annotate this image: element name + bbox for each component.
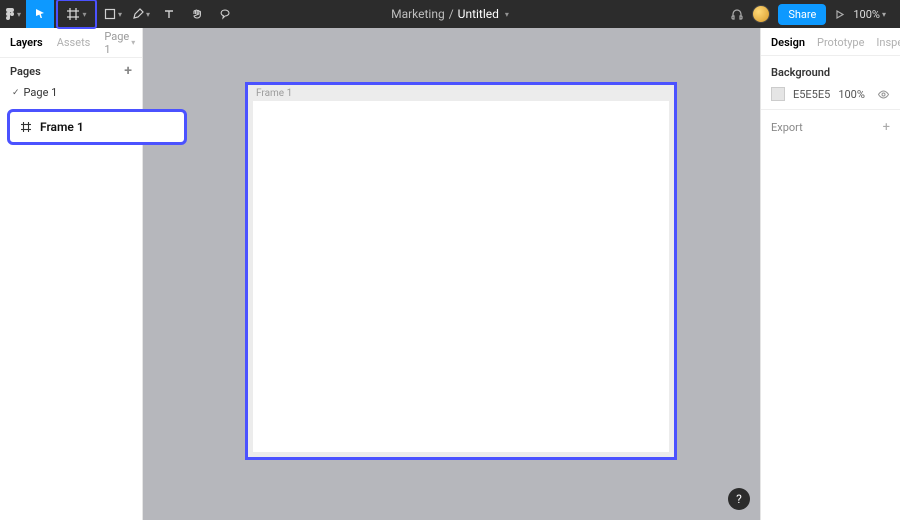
chevron-down-icon: ▾ — [882, 10, 886, 19]
add-page-button[interactable]: + — [124, 64, 132, 78]
layer-name: Frame 1 — [40, 120, 84, 134]
top-toolbar: ▾ ▾ ▾ ▾ Marketing / Untitled — [0, 0, 900, 28]
page-selector-label: Page 1 — [104, 30, 129, 56]
hand-icon — [191, 8, 203, 20]
text-tool[interactable] — [155, 0, 183, 28]
background-section: Background E5E5E5 100% — [761, 56, 900, 110]
right-panel: Design Prototype Inspect Background E5E5… — [760, 28, 900, 520]
frame-tool[interactable]: ▾ — [56, 0, 97, 29]
frame-icon — [20, 121, 32, 133]
help-icon: ? — [736, 492, 742, 506]
chevron-down-icon: ▾ — [505, 10, 509, 19]
chevron-down-icon: ▾ — [131, 38, 135, 47]
hand-tool[interactable] — [183, 0, 211, 28]
background-hex[interactable]: E5E5E5 — [793, 88, 830, 101]
add-export-button[interactable]: + — [883, 120, 890, 135]
background-row[interactable]: E5E5E5 100% — [771, 87, 890, 101]
background-opacity[interactable]: 100% — [838, 88, 865, 101]
shape-tool[interactable]: ▾ — [99, 0, 127, 28]
rectangle-icon — [104, 8, 116, 20]
share-button[interactable]: Share — [778, 4, 826, 25]
chevron-down-icon: ▾ — [146, 10, 150, 19]
tab-prototype[interactable]: Prototype — [817, 36, 864, 49]
comment-icon — [219, 8, 231, 20]
headphones-icon[interactable] — [730, 7, 744, 21]
frame-body[interactable] — [253, 101, 669, 452]
zoom-control[interactable]: 100% ▾ — [853, 8, 886, 21]
layer-row-selected[interactable]: Frame 1 — [7, 109, 187, 145]
cursor-icon — [34, 8, 46, 20]
move-tool[interactable] — [26, 0, 54, 28]
pen-tool[interactable]: ▾ — [127, 0, 155, 28]
page-row[interactable]: ✓ Page 1 — [0, 82, 142, 107]
page-selector[interactable]: Page 1 ▾ — [104, 30, 135, 56]
tab-inspect[interactable]: Inspect — [876, 36, 900, 49]
chevron-down-icon: ▾ — [118, 10, 122, 19]
visibility-icon[interactable] — [877, 88, 890, 101]
background-header: Background — [771, 66, 890, 79]
help-button[interactable]: ? — [728, 488, 750, 510]
chevron-down-icon: ▾ — [17, 10, 21, 19]
comment-tool[interactable] — [211, 0, 239, 28]
toolbar-left-group: ▾ ▾ ▾ ▾ — [0, 0, 239, 28]
export-section: Export + — [761, 110, 900, 145]
toolbar-right-group: Share 100% ▾ — [730, 0, 900, 28]
text-icon — [163, 8, 175, 20]
tab-design[interactable]: Design — [771, 36, 805, 49]
frame-selection[interactable]: Frame 1 — [245, 82, 677, 460]
left-panel: Layers Assets Page 1 ▾ Pages + ✓ Page 1 … — [0, 28, 143, 520]
file-name: Untitled — [458, 7, 499, 21]
chevron-down-icon: ▾ — [82, 10, 86, 19]
check-icon: ✓ — [12, 88, 20, 98]
export-label: Export — [771, 121, 803, 134]
project-name: Marketing — [391, 7, 445, 21]
figma-logo-icon — [5, 7, 15, 21]
pages-header: Pages + — [0, 58, 142, 82]
right-panel-tabs: Design Prototype Inspect — [761, 28, 900, 56]
title-separator: / — [449, 7, 454, 21]
page-row-label: Page 1 — [24, 86, 58, 99]
canvas[interactable]: Frame 1 ? — [143, 28, 760, 520]
left-panel-tabs: Layers Assets Page 1 ▾ — [0, 28, 142, 58]
frame-icon — [66, 7, 80, 21]
avatar[interactable] — [752, 5, 770, 23]
pen-icon — [132, 8, 144, 20]
main-menu-button[interactable]: ▾ — [0, 0, 26, 28]
document-title[interactable]: Marketing / Untitled ▾ — [391, 7, 509, 21]
tab-layers[interactable]: Layers — [10, 36, 43, 49]
zoom-value: 100% — [853, 8, 880, 21]
frame-label[interactable]: Frame 1 — [256, 88, 292, 99]
pages-header-label: Pages — [10, 65, 41, 78]
present-icon[interactable] — [834, 9, 845, 20]
color-swatch[interactable] — [771, 87, 785, 101]
tab-assets[interactable]: Assets — [57, 36, 91, 49]
